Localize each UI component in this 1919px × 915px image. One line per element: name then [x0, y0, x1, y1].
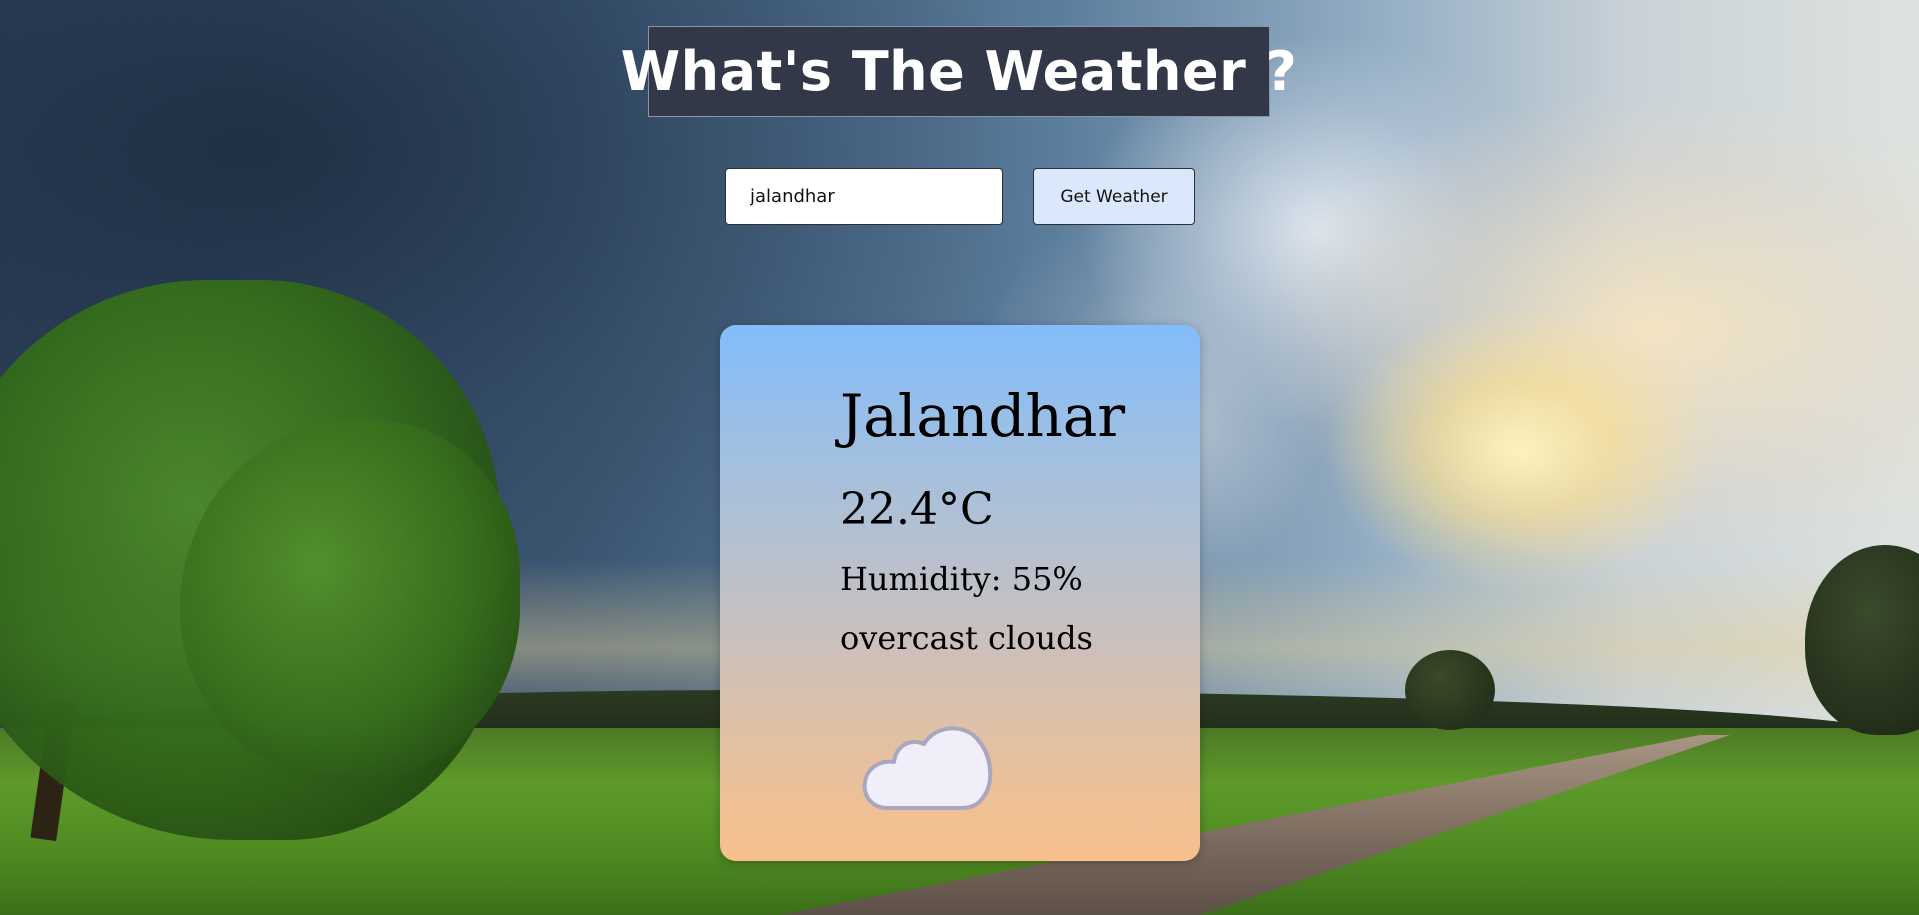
page-title-box: What's The Weather ? [621, 26, 1297, 117]
temperature: 22.4°C [840, 484, 994, 535]
overcast-cloud-icon [862, 726, 993, 810]
weather-description: overcast clouds [840, 619, 1093, 657]
weather-card: Jalandhar 22.4°C Humidity: 55% overcast … [720, 325, 1200, 861]
city-name: Jalandhar [840, 382, 1126, 450]
city-search-input[interactable] [725, 168, 1003, 225]
get-weather-button[interactable]: Get Weather [1033, 168, 1195, 225]
page-title: What's The Weather ? [620, 40, 1298, 103]
humidity: Humidity: 55% [840, 560, 1083, 598]
